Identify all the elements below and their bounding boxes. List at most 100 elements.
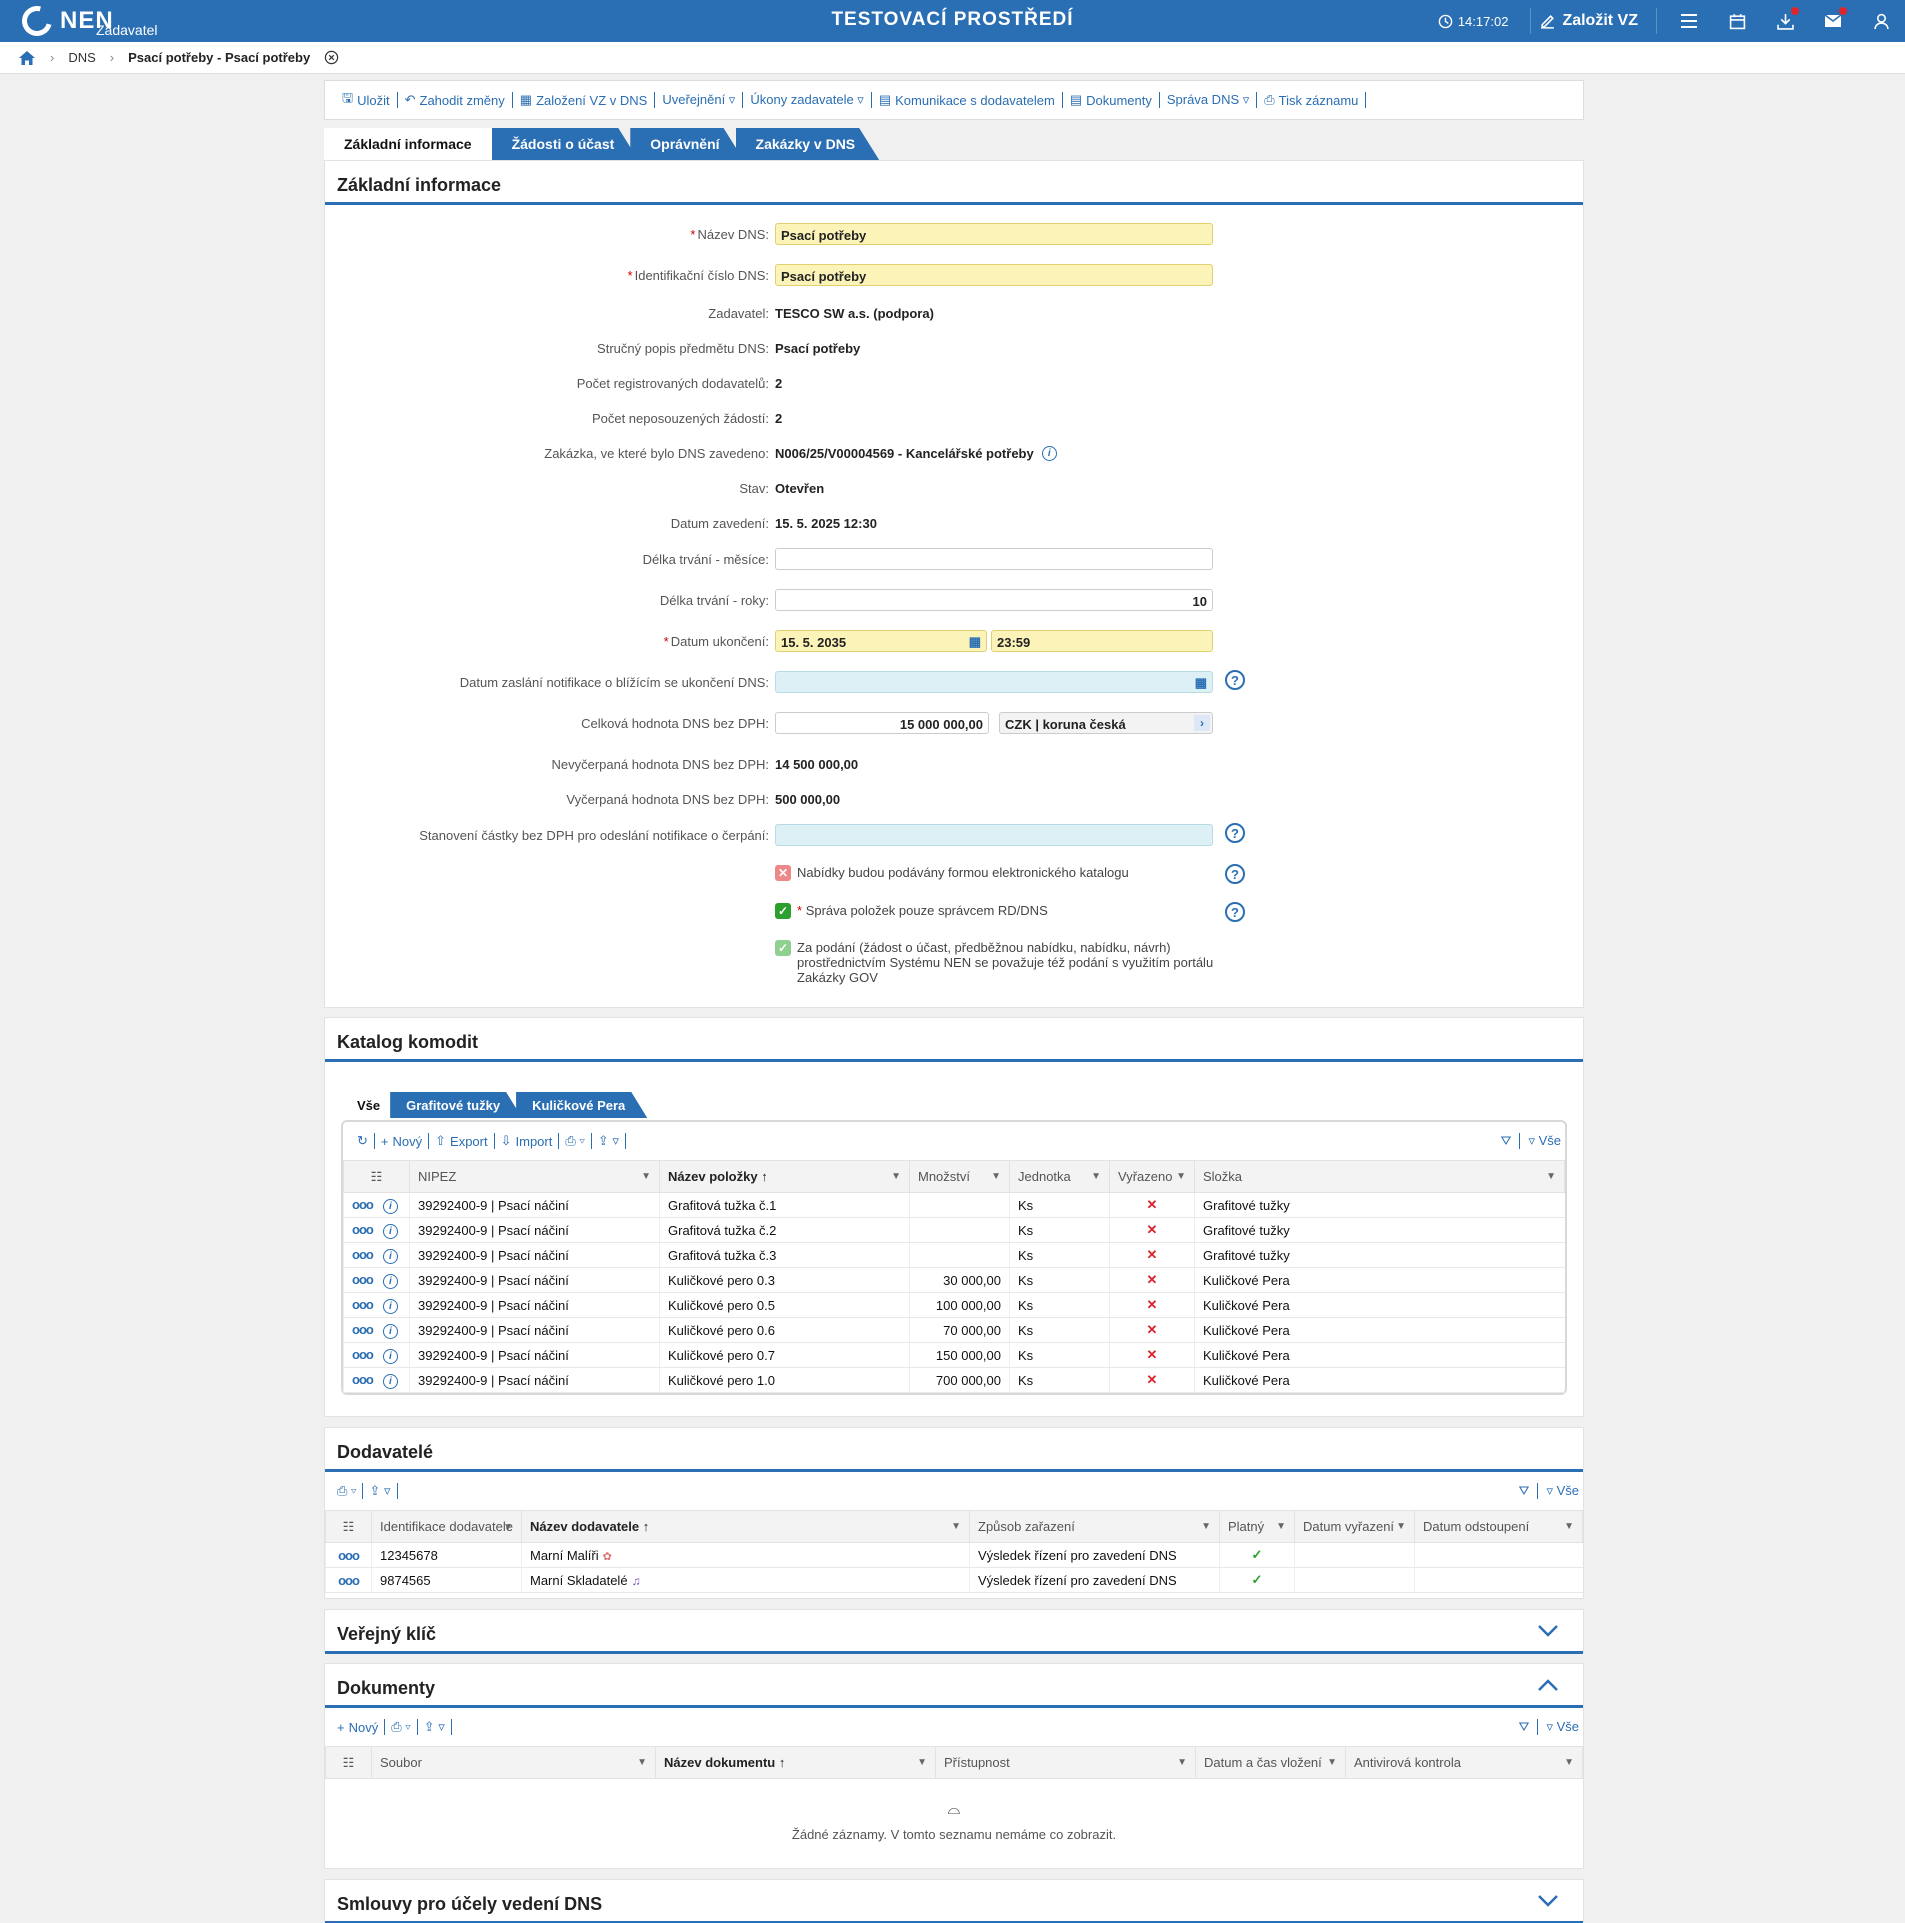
col-inclusion[interactable]: Způsob zařazení ▼ bbox=[969, 1510, 1220, 1543]
downloads-button[interactable] bbox=[1761, 0, 1809, 42]
row-actions[interactable]: ooo i bbox=[343, 1342, 410, 1368]
print-dropdown[interactable]: ⎙ ▿ bbox=[331, 1483, 364, 1499]
home-icon[interactable] bbox=[18, 50, 36, 66]
column-settings-icon[interactable]: ☷ bbox=[325, 1510, 372, 1543]
col-valid[interactable]: Platný ▼ bbox=[1219, 1510, 1295, 1543]
row-actions[interactable]: ooo i bbox=[343, 1267, 410, 1293]
more-icon[interactable]: ooo bbox=[352, 1322, 374, 1337]
dns-name-input[interactable]: Psací potřeby bbox=[775, 223, 1213, 245]
export-button[interactable]: ⇧ Export bbox=[429, 1133, 495, 1149]
col-nipez[interactable]: NIPEZ ▼ bbox=[409, 1160, 660, 1193]
create-vz-dns-button[interactable]: ▦ Založení VZ v DNS bbox=[513, 92, 656, 108]
col-document-name[interactable]: Název dokumentu ↑ ▼ bbox=[655, 1746, 936, 1779]
calendar-icon[interactable]: ▦ bbox=[1195, 675, 1207, 691]
col-supplier-id[interactable]: Identifikace dodavatele ▼ bbox=[371, 1510, 522, 1543]
table-row[interactable]: ooo i 39292400-9 | Psací náčiní Grafitová t… bbox=[343, 1192, 1565, 1218]
menu-button[interactable] bbox=[1665, 0, 1713, 42]
subtab-graphite[interactable]: Grafitové tužky bbox=[390, 1092, 522, 1118]
col-file[interactable]: Soubor ▼ bbox=[371, 1746, 656, 1779]
import-button[interactable]: ⇩ Import bbox=[495, 1133, 560, 1149]
duration-months-input[interactable] bbox=[775, 548, 1213, 570]
row-actions[interactable]: ooo i bbox=[343, 1292, 410, 1318]
section-header[interactable]: Smlouvy pro účely vedení DNS bbox=[325, 1880, 1583, 1923]
publish-dropdown[interactable]: Uveřejnění ▿ bbox=[655, 92, 744, 108]
help-icon[interactable]: ? bbox=[1225, 864, 1245, 884]
filter-all-dropdown[interactable]: ▿ Vše bbox=[1537, 1483, 1579, 1499]
help-icon[interactable]: ? bbox=[1225, 823, 1245, 843]
info-icon[interactable]: i bbox=[382, 1273, 398, 1289]
tab-contracts-in-dns[interactable]: Zakázky v DNS bbox=[736, 128, 880, 160]
new-button[interactable]: + Nový bbox=[375, 1133, 430, 1149]
more-icon[interactable]: ooo bbox=[338, 1548, 360, 1563]
col-folder[interactable]: Složka ▼ bbox=[1194, 1160, 1565, 1193]
admin-only-checkbox[interactable]: ✓ * Správa položek pouze správcem RD/DNS bbox=[775, 903, 1215, 919]
tab-basic-info[interactable]: Základní informace bbox=[324, 128, 492, 160]
close-circle-icon[interactable] bbox=[324, 50, 339, 65]
filter-all-dropdown[interactable]: ▿ Vše bbox=[1537, 1719, 1579, 1735]
info-icon[interactable]: i bbox=[382, 1248, 398, 1264]
row-actions[interactable]: ooo i bbox=[343, 1192, 410, 1218]
end-time-input[interactable]: 23:59 bbox=[991, 630, 1213, 652]
table-row[interactable]: ooo i 39292400-9 | Psací náčiní Grafitová t… bbox=[343, 1217, 1565, 1243]
create-vz-button[interactable]: Založit VZ bbox=[1539, 12, 1638, 30]
section-header[interactable]: Veřejný klíč bbox=[325, 1610, 1583, 1654]
filter-icon[interactable]: ⛛ bbox=[1519, 1719, 1530, 1735]
table-row[interactable]: ooo 9874565 Marní Skladatelé ♫ Výsledek říze… bbox=[325, 1567, 1583, 1593]
row-actions[interactable]: ooo bbox=[325, 1542, 372, 1568]
info-icon[interactable]: i bbox=[382, 1223, 398, 1239]
row-actions[interactable]: ooo bbox=[325, 1567, 372, 1593]
help-icon[interactable]: ? bbox=[1225, 670, 1245, 690]
user-button[interactable] bbox=[1857, 0, 1905, 42]
col-withdrawal-date[interactable]: Datum odstoupení ▼ bbox=[1414, 1510, 1583, 1543]
calendar-icon[interactable]: ▦ bbox=[969, 634, 981, 650]
subtab-ballpoint[interactable]: Kuličkové Pera bbox=[516, 1092, 647, 1118]
more-icon[interactable]: ooo bbox=[352, 1197, 374, 1212]
share-dropdown[interactable]: ⇪ ▿ bbox=[592, 1133, 626, 1149]
row-actions[interactable]: ooo i bbox=[343, 1217, 410, 1243]
col-quantity[interactable]: Množství ▼ bbox=[909, 1160, 1010, 1193]
col-supplier-name[interactable]: Název dodavatele ↑ ▼ bbox=[521, 1510, 970, 1543]
table-row[interactable]: ooo i 39292400-9 | Psací náčiní Kuličkové p… bbox=[343, 1292, 1565, 1318]
info-icon[interactable]: i bbox=[382, 1323, 398, 1339]
table-row[interactable]: ooo i 39292400-9 | Psací náčiní Kuličkové p… bbox=[343, 1267, 1565, 1293]
col-access[interactable]: Přístupnost ▼ bbox=[935, 1746, 1196, 1779]
col-removed[interactable]: Vyřazeno ▼ bbox=[1109, 1160, 1195, 1193]
more-icon[interactable]: ooo bbox=[352, 1372, 374, 1387]
table-row[interactable]: ooo i 39292400-9 | Psací náčiní Kuličkové p… bbox=[343, 1317, 1565, 1343]
table-row[interactable]: ooo 12345678 Marní Malíři ✿ Výsledek řízení … bbox=[325, 1542, 1583, 1568]
total-value-input[interactable]: 15 000 000,00 bbox=[775, 712, 989, 734]
print-dropdown[interactable]: ⎙ ▿ bbox=[559, 1133, 592, 1149]
more-icon[interactable]: ooo bbox=[338, 1573, 360, 1588]
column-settings-icon[interactable]: ☷ bbox=[343, 1160, 410, 1193]
communication-button[interactable]: ▤ Komunikace s dodavatelem bbox=[872, 92, 1063, 108]
end-date-input[interactable]: 15. 5. 2035 ▦ bbox=[775, 630, 987, 652]
row-actions[interactable]: ooo i bbox=[343, 1367, 410, 1393]
messages-button[interactable] bbox=[1809, 0, 1857, 42]
share-dropdown[interactable]: ⇪ ▿ bbox=[418, 1719, 452, 1735]
tab-requests[interactable]: Žádosti o účast bbox=[492, 128, 639, 160]
table-row[interactable]: ooo i 39292400-9 | Psací náčiní Kuličkové p… bbox=[343, 1367, 1565, 1393]
share-dropdown[interactable]: ⇪ ▿ bbox=[363, 1483, 398, 1499]
dns-id-input[interactable]: Psací potřeby bbox=[775, 264, 1213, 286]
more-icon[interactable]: ooo bbox=[352, 1222, 374, 1237]
duration-years-input[interactable]: 10 bbox=[775, 589, 1213, 611]
chevron-down-icon[interactable] bbox=[1537, 1894, 1559, 1908]
col-removed-date[interactable]: Datum vyřazení ▼ bbox=[1294, 1510, 1415, 1543]
subtab-all[interactable]: Vše bbox=[341, 1092, 397, 1118]
more-icon[interactable]: ooo bbox=[352, 1247, 374, 1262]
new-document-button[interactable]: + Nový bbox=[331, 1719, 386, 1735]
filter-icon[interactable]: ⛛ bbox=[1519, 1483, 1530, 1499]
dns-management-dropdown[interactable]: Správa DNS ▿ bbox=[1160, 92, 1258, 108]
row-actions[interactable]: ooo i bbox=[343, 1317, 410, 1343]
chevron-up-icon[interactable] bbox=[1537, 1678, 1559, 1692]
more-icon[interactable]: ooo bbox=[352, 1272, 374, 1287]
col-unit[interactable]: Jednotka ▼ bbox=[1009, 1160, 1110, 1193]
print-button[interactable]: ⎙ Tisk záznamu bbox=[1257, 92, 1367, 108]
col-inserted[interactable]: Datum a čas vložení ▼ bbox=[1195, 1746, 1346, 1779]
info-icon[interactable]: i bbox=[382, 1348, 398, 1364]
chevron-down-icon[interactable] bbox=[1537, 1624, 1559, 1638]
threshold-input[interactable] bbox=[775, 824, 1213, 846]
discard-button[interactable]: ↶ Zahodit změny bbox=[398, 92, 513, 108]
info-icon[interactable]: i bbox=[382, 1298, 398, 1314]
filter-icon[interactable]: ⛛ bbox=[1501, 1133, 1512, 1149]
